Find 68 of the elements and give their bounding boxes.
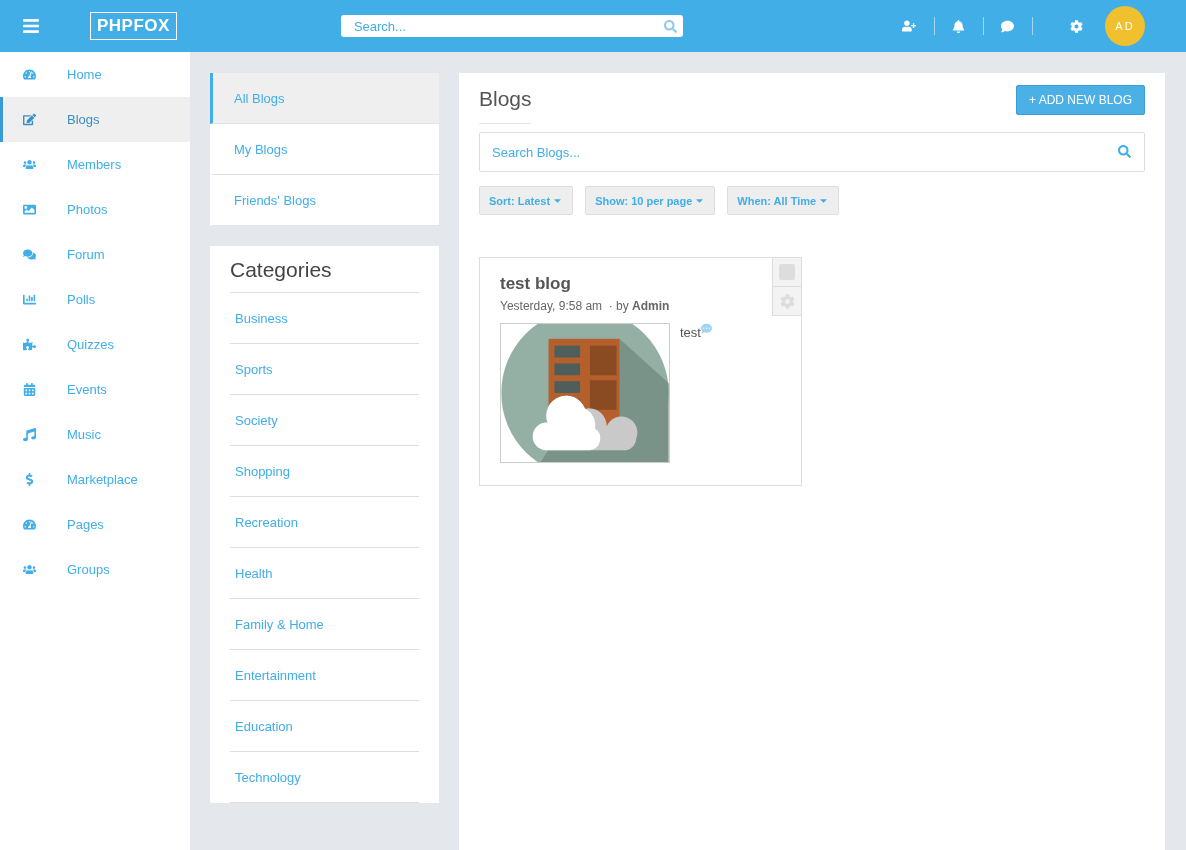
calendar-icon: [23, 383, 36, 396]
sidebar-item[interactable]: Quizzes: [0, 322, 190, 367]
comments-icon: [23, 248, 36, 261]
sidebar-item[interactable]: Blogs: [0, 97, 190, 142]
sidebar-label: Marketplace: [67, 472, 138, 487]
dashboard-icon: [23, 68, 36, 81]
user-avatar[interactable]: AD: [1105, 6, 1145, 46]
chat-icon[interactable]: [1001, 19, 1014, 33]
sidebar-label: Quizzes: [67, 337, 114, 352]
sidebar-item[interactable]: Groups: [0, 547, 190, 592]
category-link[interactable]: Education: [230, 701, 419, 752]
add-friend-icon[interactable]: [902, 19, 916, 33]
blog-meta: Yesterday, 9:58 am · by Admin: [500, 299, 671, 313]
comment-icon: [700, 323, 712, 334]
sidebar-label: Events: [67, 382, 107, 397]
image-icon: [23, 203, 36, 216]
category-link[interactable]: Business: [230, 293, 419, 344]
sidebar-item[interactable]: Music: [0, 412, 190, 457]
logo[interactable]: PHPFOX: [90, 12, 177, 40]
page-title: Blogs: [479, 85, 531, 124]
sidebar-label: Blogs: [67, 112, 100, 127]
filter-dropdown[interactable]: When: All Time: [727, 186, 840, 215]
sidebar-item[interactable]: Pages: [0, 502, 190, 547]
puzzle-icon: [23, 338, 36, 351]
search-field[interactable]: Search...: [340, 15, 683, 37]
users-icon: [23, 158, 36, 171]
category-link[interactable]: Society: [230, 395, 419, 446]
music-icon: [23, 428, 36, 441]
sidebar-label: Groups: [67, 562, 110, 577]
sidebar-label: Music: [67, 427, 101, 442]
users-icon: [23, 563, 36, 576]
sidebar-item[interactable]: Polls: [0, 277, 190, 322]
category-link[interactable]: Health: [230, 548, 419, 599]
sidebar-item[interactable]: Events: [0, 367, 190, 412]
sidebar-label: Pages: [67, 517, 104, 532]
blog-search-field[interactable]: Search Blogs...: [479, 132, 1145, 172]
sidebar-label: Polls: [67, 292, 96, 307]
category-link[interactable]: Shopping: [230, 446, 419, 497]
sidebar-item[interactable]: Members: [0, 142, 190, 187]
filter-dropdown[interactable]: Sort: Latest: [479, 186, 574, 215]
menu-icon[interactable]: [22, 17, 40, 35]
categories-title: Categories: [230, 258, 419, 293]
filter-dropdown[interactable]: Show: 10 per page: [585, 186, 716, 215]
sidebar-item[interactable]: Marketplace: [0, 457, 190, 502]
category-link[interactable]: Entertainment: [230, 650, 419, 701]
add-new-blog-button[interactable]: + ADD NEW BLOG: [1015, 85, 1145, 115]
sidebar-label: Forum: [67, 247, 105, 262]
category-link[interactable]: Technology: [230, 752, 419, 803]
sidebar-item[interactable]: Photos: [0, 187, 190, 232]
bar-chart-icon: [23, 293, 36, 306]
dollar-icon: [23, 473, 36, 486]
search-icon[interactable]: [663, 20, 677, 33]
notification-icon[interactable]: [952, 19, 965, 33]
category-link[interactable]: Family & Home: [230, 599, 419, 650]
sidebar-label: Home: [67, 67, 102, 82]
blog-title[interactable]: test blog: [500, 274, 571, 294]
edit-icon: [23, 113, 36, 126]
category-link[interactable]: Sports: [230, 344, 419, 395]
sidebar-item[interactable]: Forum: [0, 232, 190, 277]
sidebar-label: Photos: [67, 202, 108, 217]
search-icon[interactable]: [1118, 145, 1131, 158]
blog-menu-item[interactable]: All Blogs: [210, 73, 439, 124]
settings-icon[interactable]: [1070, 19, 1083, 33]
blog-excerpt: test: [680, 325, 701, 340]
sidebar-label: Members: [67, 157, 122, 172]
dashboard-icon: [23, 518, 36, 531]
sidebar-item[interactable]: Home: [0, 52, 190, 97]
category-link[interactable]: Recreation: [230, 497, 419, 548]
